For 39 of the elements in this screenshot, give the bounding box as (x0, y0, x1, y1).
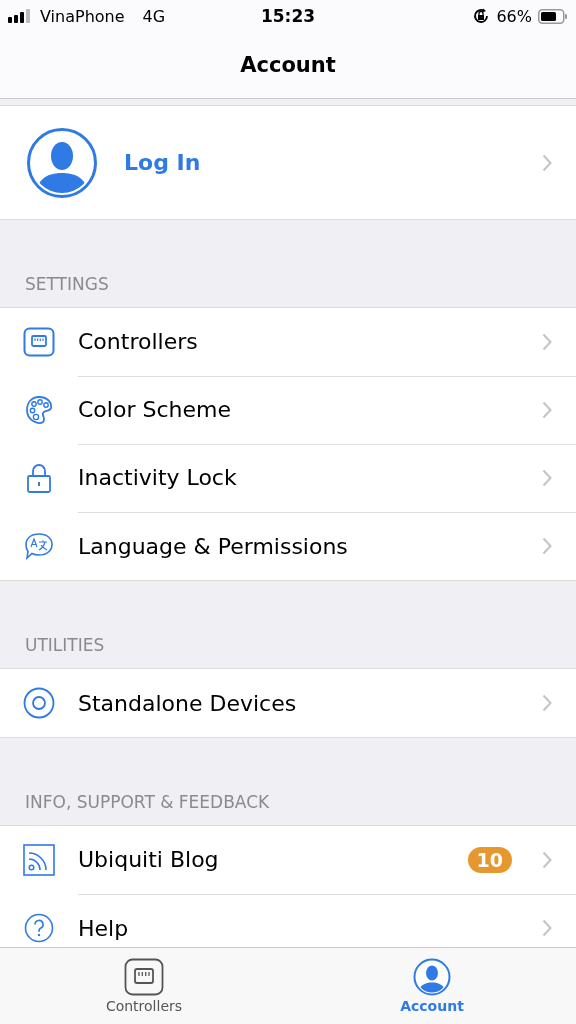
count-badge: 10 (467, 846, 512, 873)
page-title: Account (240, 53, 336, 77)
rss-icon (23, 844, 55, 876)
menu-item[interactable]: Help (0, 894, 576, 947)
network-type: 4G (142, 6, 166, 26)
battery-icon (538, 8, 568, 24)
login-row[interactable]: Log In (0, 105, 576, 220)
chevron-icon (542, 850, 552, 869)
chevron-icon (542, 468, 552, 487)
battery-percent: 66% (496, 6, 532, 26)
chevron-icon (542, 400, 552, 419)
menu-item[interactable]: Language & Permissions (0, 512, 576, 580)
tab-bar-item[interactable]: Account (288, 948, 576, 1024)
chevron-icon (542, 332, 552, 351)
router-icon (124, 958, 164, 996)
clock-time: 15:23 (260, 6, 316, 26)
chevron-icon (542, 694, 552, 712)
router-icon (23, 327, 55, 357)
chevron-icon (542, 919, 552, 937)
section-header: SETTINGS (25, 274, 109, 294)
chevron-icon (542, 537, 552, 555)
menu-item[interactable]: Controllers (0, 308, 576, 376)
section-header: INFO, SUPPORT & FEEDBACK (25, 792, 270, 812)
menu-item[interactable]: Color Scheme (0, 376, 576, 444)
tab-bar-item[interactable]: Controllers (0, 948, 288, 1024)
target-icon (23, 687, 55, 719)
person-icon (413, 958, 451, 996)
help-icon (24, 913, 54, 943)
palette-icon (25, 395, 53, 425)
chevron-icon (542, 153, 552, 172)
section-header: UTILITIES (25, 635, 105, 655)
menu-item[interactable]: Ubiquiti Blog 10 (0, 826, 576, 894)
menu-item[interactable]: Inactivity Lock (0, 444, 576, 512)
avatar-icon (26, 126, 98, 199)
padlock-icon (26, 462, 52, 494)
translate-icon (24, 532, 54, 560)
rotation-lock-icon (472, 7, 491, 25)
menu-item[interactable]: Standalone Devices (0, 669, 576, 737)
carrier-name: VinaPhone (40, 6, 125, 26)
